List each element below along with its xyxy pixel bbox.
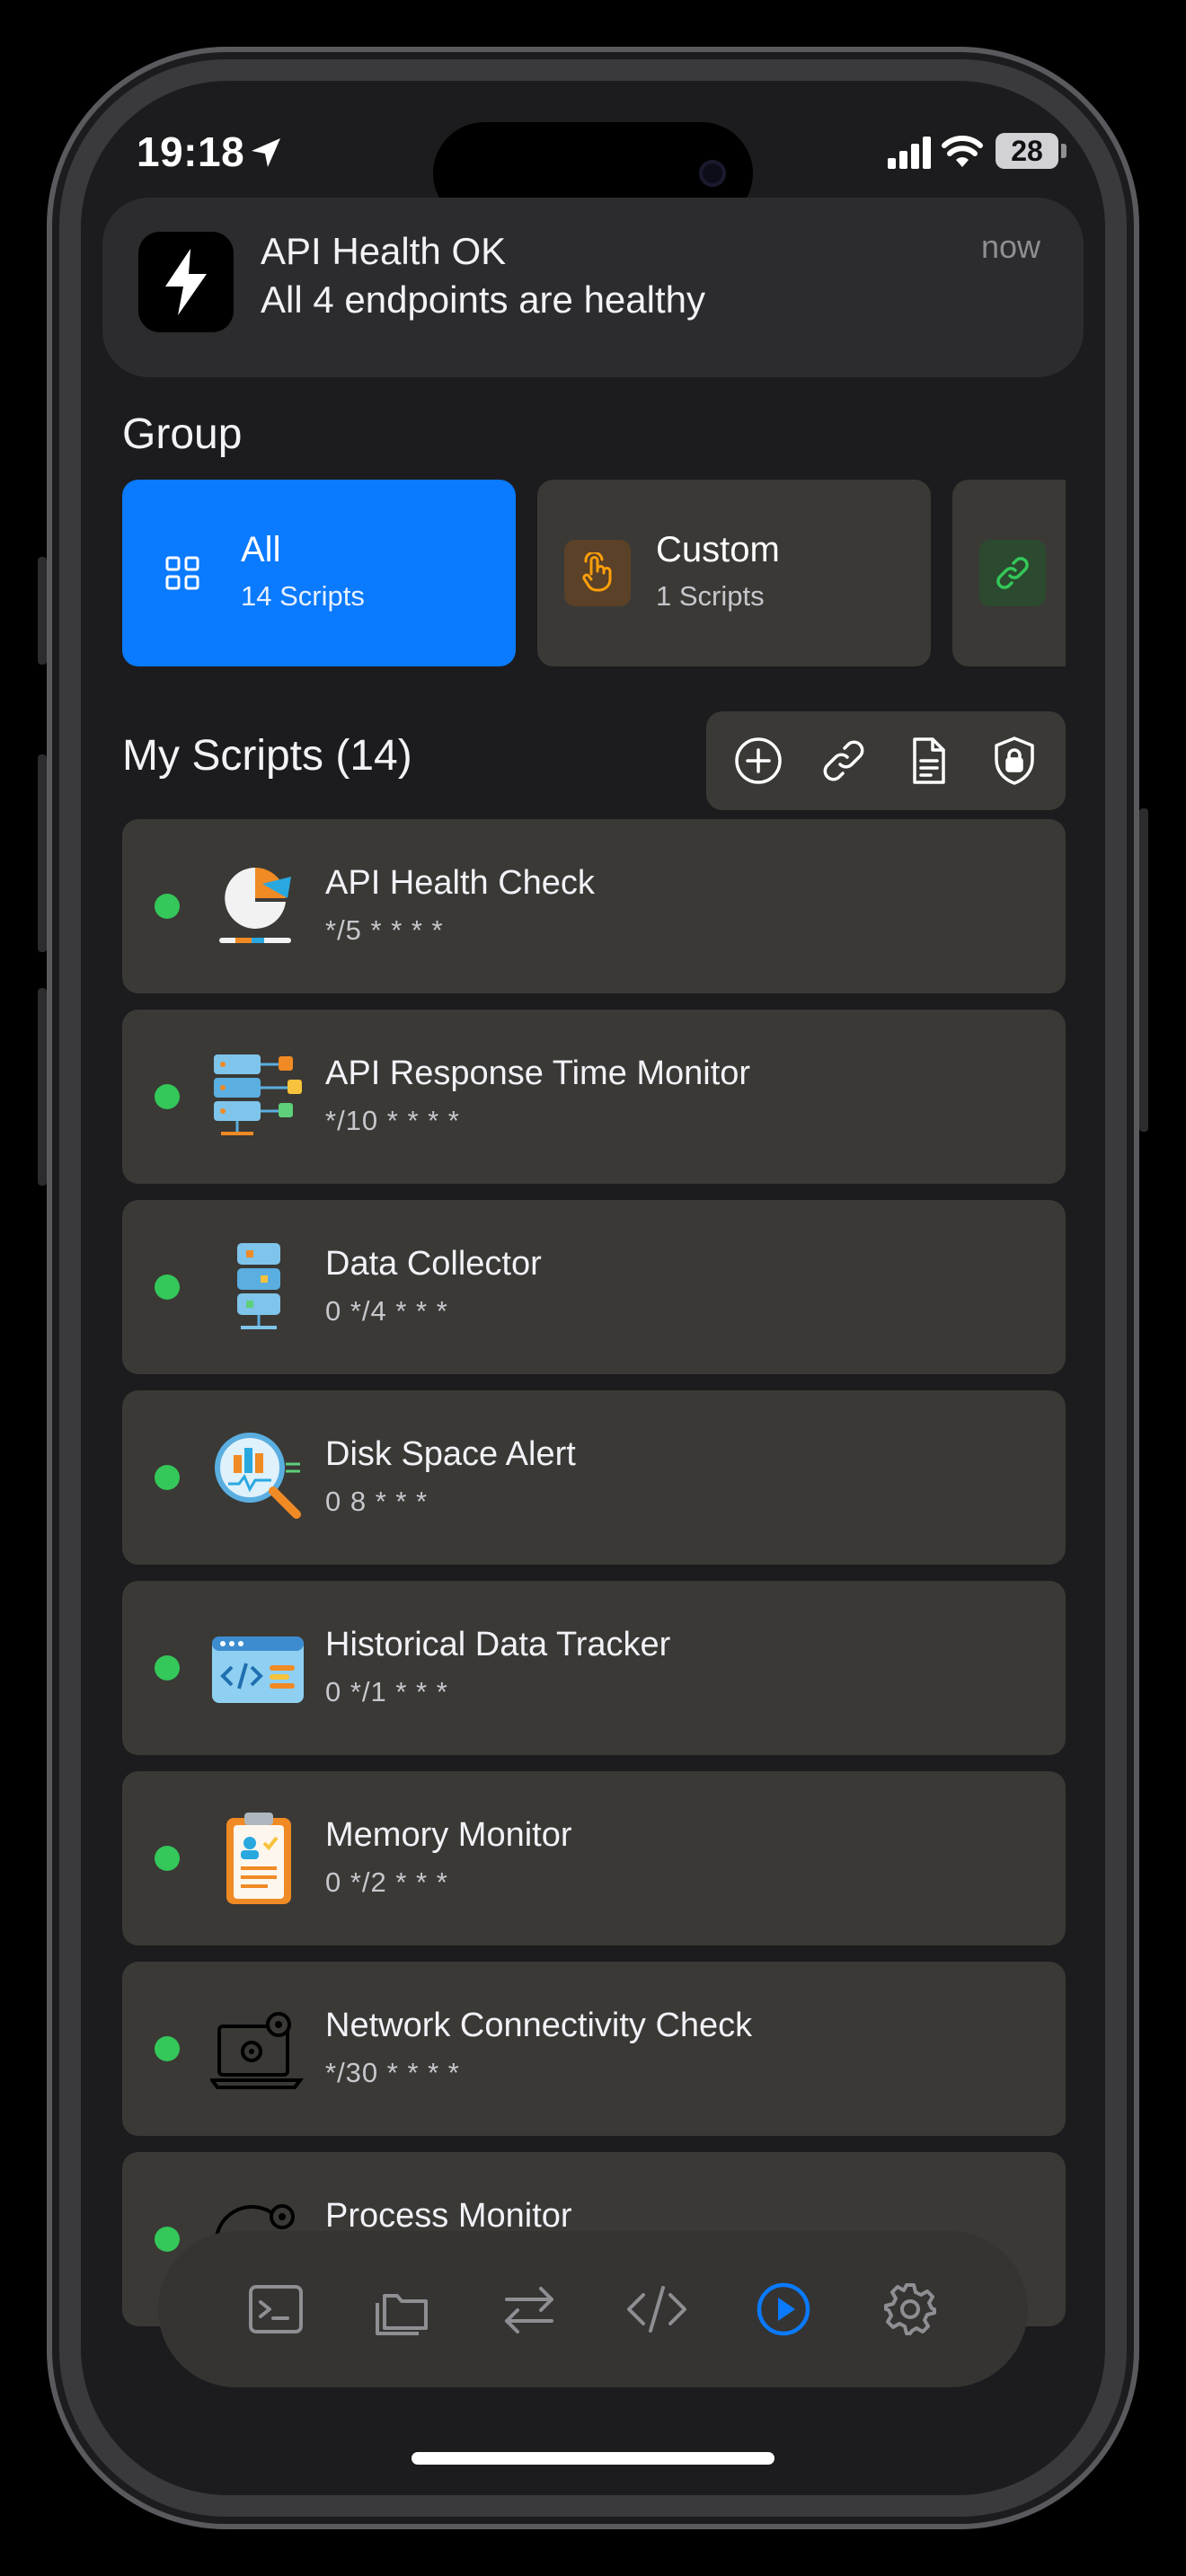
script-row[interactable]: Network Connectivity Check */30 * * * * (122, 1962, 1066, 2136)
status-indicator (155, 1655, 180, 1681)
script-name: API Response Time Monitor (325, 1054, 751, 1092)
script-name: Process Monitor (325, 2197, 572, 2235)
script-schedule: */5 * * * * (325, 914, 444, 946)
link-icon (979, 540, 1046, 606)
terminal-icon[interactable] (240, 2273, 312, 2345)
status-indicator (155, 894, 180, 919)
group-card-links[interactable] (952, 480, 1066, 666)
group-card-all[interactable]: All 14 Scripts (122, 480, 516, 666)
wifi-icon (942, 136, 983, 167)
script-row[interactable]: API Health Check */5 * * * * (122, 819, 1066, 993)
power-button (1139, 808, 1148, 1132)
script-schedule: 0 */1 * * * (325, 1676, 448, 1707)
gear-icon[interactable] (874, 2273, 946, 2345)
front-camera (699, 160, 726, 187)
notification-body: All 4 endpoints are healthy (261, 278, 705, 321)
battery-level: 28 (996, 133, 1058, 169)
status-indicator (155, 2036, 180, 2061)
action-button (38, 557, 47, 665)
script-schedule: */10 * * * * (325, 1105, 460, 1136)
script-schedule: 0 */4 * * * (325, 1295, 448, 1327)
volume-up-button (38, 754, 47, 952)
hand-tap-icon (564, 540, 631, 606)
status-indicator (155, 1084, 180, 1109)
group-count: 14 Scripts (241, 580, 365, 612)
add-circle-icon[interactable] (726, 728, 791, 793)
script-row[interactable]: Historical Data Tracker 0 */1 * * * (122, 1581, 1066, 1755)
group-name: All (241, 530, 281, 569)
bolt-icon (138, 232, 234, 332)
folders-icon[interactable] (367, 2273, 438, 2345)
grid-icon (149, 540, 216, 606)
script-schedule: 0 8 * * * (325, 1486, 429, 1517)
magnifier-analytics-icon (215, 1433, 301, 1519)
cellular-signal-icon (888, 137, 931, 169)
scripts-toolbar (706, 711, 1066, 810)
clipboard-icon (226, 1813, 291, 1904)
script-schedule: 0 */2 * * * (325, 1866, 448, 1898)
code-icon[interactable] (621, 2273, 693, 2345)
transfer-icon[interactable] (493, 2273, 565, 2345)
notification-time: now (980, 228, 1040, 265)
status-indicator (155, 1275, 180, 1300)
server-network-icon (214, 1054, 302, 1135)
status-indicator (155, 1465, 180, 1490)
link-icon[interactable] (811, 728, 876, 793)
script-name: API Health Check (325, 864, 595, 902)
script-name: Historical Data Tracker (325, 1626, 671, 1663)
script-name: Memory Monitor (325, 1816, 572, 1854)
group-count: 1 Scripts (656, 580, 765, 612)
script-row[interactable]: API Response Time Monitor */10 * * * * (122, 1010, 1066, 1184)
notification-banner[interactable]: API Health OK All 4 endpoints are health… (102, 198, 1084, 377)
script-name: Data Collector (325, 1245, 542, 1283)
pie-chart-icon (219, 868, 291, 943)
document-icon[interactable] (897, 728, 961, 793)
script-name: Network Connectivity Check (325, 2007, 753, 2044)
screen: 19:18 28 API Health OK All 4 endpoints a… (81, 81, 1105, 2495)
script-row[interactable]: Memory Monitor 0 */2 * * * (122, 1771, 1066, 1945)
code-window-icon (212, 1636, 304, 1703)
tab-bar (158, 2231, 1028, 2387)
status-indicator (155, 2227, 180, 2252)
group-section-title: Group (122, 410, 243, 458)
notification-title: API Health OK (261, 230, 507, 272)
laptop-gear-icon (210, 2012, 304, 2089)
status-time: 19:18 (137, 128, 245, 175)
play-circle-icon[interactable] (748, 2273, 819, 2345)
volume-down-button (38, 988, 47, 1186)
group-name: Custom (656, 530, 780, 569)
status-indicator (155, 1846, 180, 1871)
scripts-section-title: My Scripts (14) (122, 732, 412, 780)
shield-lock-icon[interactable] (982, 728, 1047, 793)
script-row[interactable]: Disk Space Alert 0 8 * * * (122, 1390, 1066, 1565)
script-name: Disk Space Alert (325, 1435, 576, 1473)
location-arrow-icon (252, 138, 280, 167)
script-row[interactable]: Data Collector 0 */4 * * * (122, 1200, 1066, 1374)
battery-tip (1061, 144, 1067, 158)
script-schedule: */30 * * * * (325, 2057, 460, 2088)
home-indicator (412, 2452, 774, 2465)
group-card-custom[interactable]: Custom 1 Scripts (537, 480, 931, 666)
database-server-icon (237, 1243, 280, 1329)
